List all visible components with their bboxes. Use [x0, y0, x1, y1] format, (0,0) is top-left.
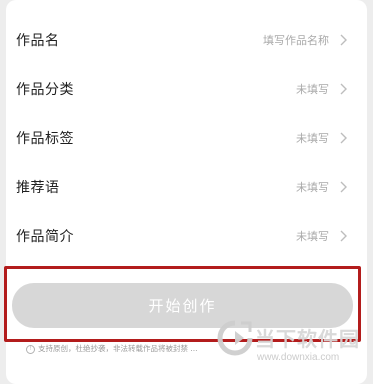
watermark: 当下软件园 www.downxia.com: [215, 318, 365, 376]
watermark-logo-icon: [217, 320, 253, 356]
row-recommendation[interactable]: 推荐语 未填写: [6, 167, 367, 207]
notice-label: 支持原创，杜绝抄袭，非法转载作品将被封禁 ...: [38, 344, 198, 353]
watermark-url: www.downxia.com: [257, 352, 340, 363]
row-tags[interactable]: 作品标签 未填写: [6, 118, 367, 158]
row-label: 作品标签: [16, 131, 74, 147]
row-value: 未填写: [296, 83, 329, 96]
chevron-right-icon: [336, 131, 350, 145]
row-label: 作品名: [16, 33, 60, 49]
row-value: 未填写: [296, 132, 329, 145]
chevron-right-icon: [336, 229, 350, 243]
row-value: 填写作品名称: [263, 34, 329, 47]
watermark-title: 当下软件园: [255, 327, 360, 351]
chevron-right-icon: [336, 33, 350, 47]
chevron-right-icon: [336, 180, 350, 194]
row-work-name[interactable]: 作品名 填写作品名称: [6, 20, 367, 60]
row-label: 推荐语: [16, 180, 60, 196]
row-category[interactable]: 作品分类 未填写: [6, 69, 367, 109]
row-synopsis[interactable]: 作品简介 未填写: [6, 216, 367, 256]
row-label: 作品分类: [16, 82, 74, 98]
row-value: 未填写: [296, 181, 329, 194]
row-label: 作品简介: [16, 229, 74, 245]
info-icon: !: [26, 344, 35, 354]
chevron-right-icon: [336, 82, 350, 96]
row-value: 未填写: [296, 230, 329, 243]
